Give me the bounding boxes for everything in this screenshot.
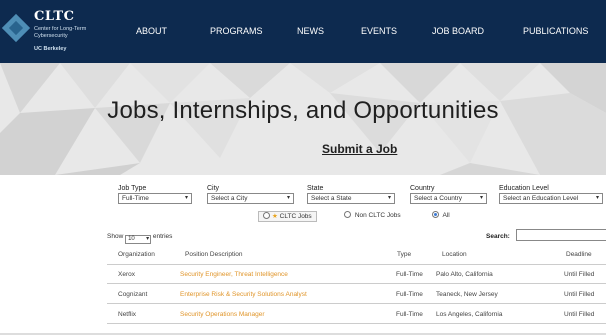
radio-all-label: All [442,212,450,219]
chevron-down-icon: ▾ [479,195,483,201]
chevron-down-icon: ▾ [595,195,599,201]
state-select[interactable]: Select a State ▾ [307,193,395,204]
state-label: State [307,185,324,192]
entries-label: entries [152,233,173,240]
row-divider [107,323,606,324]
entries-select[interactable]: 10 ▾ [125,235,152,244]
job-type-select[interactable]: Full-Time ▾ [118,193,192,204]
column-position[interactable]: Position Description [185,251,242,258]
cell-location: Palo Alto, California [436,271,493,278]
cell-location: Los Angeles, California [436,311,503,318]
chevron-down-icon: ▾ [286,195,290,201]
chevron-down-icon: ▾ [184,195,188,201]
column-location[interactable]: Location [442,251,467,258]
logo-ucb[interactable]: UC Berkeley [34,46,66,52]
chevron-down-icon: ▾ [387,195,391,201]
education-select[interactable]: Select an Education Level ▾ [499,193,603,204]
job-title-link[interactable]: Enterprise Risk & Security Solutions Ana… [180,291,307,298]
entries-value: 10 [128,236,135,242]
radio-circle-icon [263,212,270,219]
job-type-value: Full-Time [122,195,149,202]
country-value: Select a Country [414,195,463,202]
city-value: Select a City [211,195,248,202]
radio-cltc-label: CLTC Jobs [279,213,312,220]
nav-programs[interactable]: PROGRAMS [210,26,263,36]
country-label: Country [410,185,435,192]
education-value: Select an Education Level [503,195,579,202]
nav-about[interactable]: ABOUT [136,26,167,36]
logo-subtitle[interactable]: Center for Long-Term Cybersecurity [34,26,94,39]
job-type-label: Job Type [118,185,147,192]
country-select[interactable]: Select a Country ▾ [410,193,487,204]
cell-deadline: Until Filled [564,291,595,298]
radio-all[interactable]: All [432,211,450,219]
page-title: Jobs, Internships, and Opportunities [107,97,499,124]
search-label: Search: [486,233,510,240]
radio-non-cltc-label: Non CLTC Jobs [354,212,401,219]
job-title-link[interactable]: Security Operations Manager [180,311,265,318]
radio-circle-icon [344,211,351,218]
submit-job-link[interactable]: Submit a Job [322,142,397,156]
cltc-logo-icon[interactable] [1,13,31,43]
city-label: City [207,185,220,192]
nav-publications[interactable]: PUBLICATIONS [523,26,588,36]
cell-type: Full-Time [396,291,423,298]
row-divider [107,283,606,284]
show-label: Show [107,233,124,240]
nav-news[interactable]: NEWS [297,26,324,36]
chevron-down-icon: ▾ [146,236,150,242]
column-organization[interactable]: Organization [118,251,155,258]
state-value: Select a State [311,195,352,202]
header-divider [107,264,606,265]
radio-cltc-jobs[interactable]: ★ CLTC Jobs [258,211,317,222]
search-input[interactable] [516,229,606,241]
nav-job-board[interactable]: JOB BOARD [432,26,484,36]
site-header: CLTC Center for Long-Term Cybersecurity … [0,0,606,63]
cell-type: Full-Time [396,311,423,318]
job-title-link[interactable]: Security Engineer, Threat Intelligence [180,271,288,278]
column-deadline[interactable]: Deadline [566,251,592,258]
city-select[interactable]: Select a City ▾ [207,193,294,204]
cell-type: Full-Time [396,271,423,278]
cell-organization: Xerox [118,271,135,278]
radio-non-cltc-jobs[interactable]: Non CLTC Jobs [344,211,401,219]
logo-title[interactable]: CLTC [34,9,74,24]
cell-organization: Netflix [118,311,137,318]
nav-events[interactable]: EVENTS [361,26,397,36]
column-type[interactable]: Type [397,251,411,258]
entries-control: Show 10 ▾ entries [107,233,172,244]
cell-location: Teaneck, New Jersey [436,291,498,298]
radio-selected-icon [432,211,439,218]
education-label: Education Level [499,185,549,192]
cell-deadline: Until Filled [564,311,595,318]
star-icon: ★ [272,213,278,220]
cell-deadline: Until Filled [564,271,595,278]
cell-organization: Cognizant [118,291,148,298]
row-divider [107,303,606,304]
